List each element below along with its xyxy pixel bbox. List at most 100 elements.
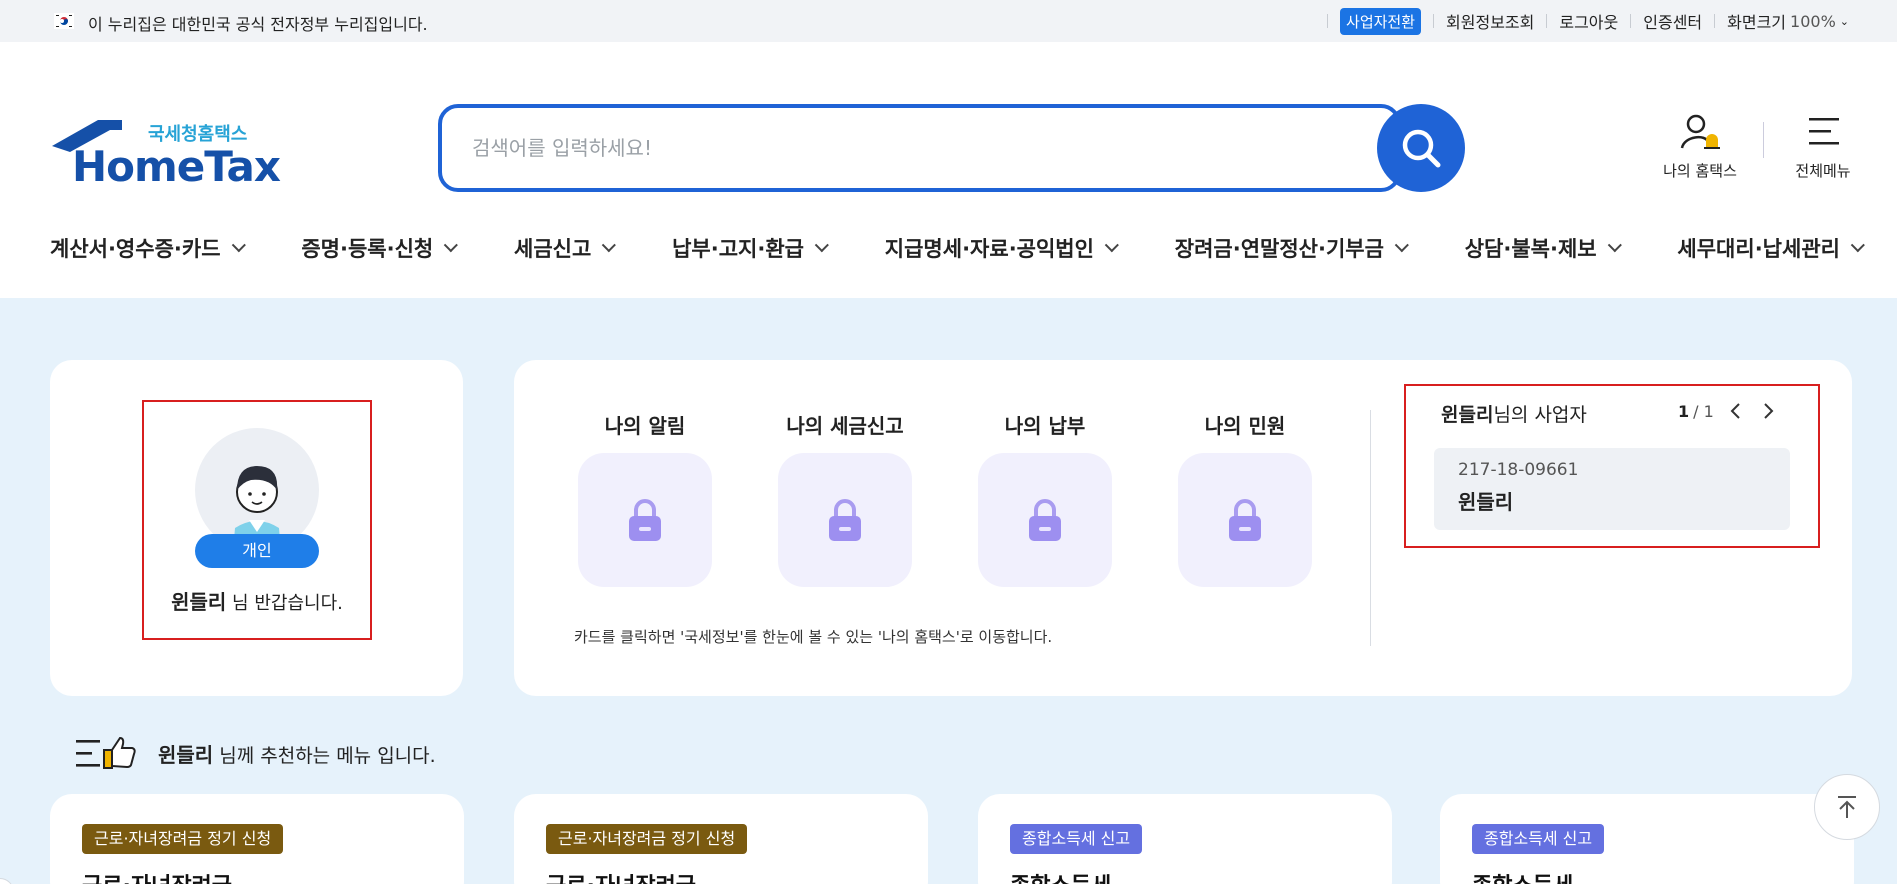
all-menu-button[interactable]: 전체메뉴 [1783, 112, 1863, 181]
hamburger-menu-icon [1809, 118, 1839, 145]
screen-size-select[interactable]: 화면크기 100% ⌄ [1727, 9, 1849, 33]
search-input[interactable] [472, 130, 1292, 166]
logo-title: HomeTax [72, 142, 281, 191]
quick-label: 나의 세금신고 [786, 414, 904, 438]
nav-item-label: 세금신고 [514, 237, 592, 261]
recommend-user-name: 윈들리 [158, 742, 214, 767]
quick-my-civil-complaints[interactable]: 나의 민원 [1178, 410, 1312, 587]
chevron-right-icon [1764, 403, 1774, 419]
divider [1763, 122, 1764, 158]
welcome-message: 윈들리 님 반갑습니다. [142, 586, 372, 615]
service-title: 종합소득세 [1010, 868, 1111, 884]
business-name: 윈들리 [1458, 490, 1514, 514]
lock-icon [1029, 499, 1061, 541]
quick-label: 나의 민원 [1204, 414, 1286, 438]
next-page-button[interactable] [1756, 398, 1782, 424]
service-title: 근로·자녀장려금 [82, 868, 232, 884]
nav-item-tax-agent[interactable]: 세무대리·납세관리 [1677, 232, 1865, 264]
recommend-suffix: 님께 추천하는 메뉴 입니다. [213, 744, 436, 767]
business-item[interactable]: 217-18-09661 윈들리 [1434, 448, 1790, 530]
quick-my-tax-filing[interactable]: 나의 세금신고 [778, 410, 912, 587]
my-hometax-button[interactable]: 나의 홈택스 [1650, 112, 1750, 181]
screen-size-label: 화면크기 [1727, 13, 1787, 32]
nav-item-label: 계산서·영수증·카드 [50, 237, 221, 261]
scroll-to-top-button[interactable] [1814, 774, 1880, 840]
divider [1370, 410, 1371, 646]
nav-item-label: 지급명세·자료·공익법인 [884, 237, 1094, 261]
service-tag: 종합소득세 신고 [1472, 824, 1605, 854]
lock-icon [829, 499, 861, 541]
page-total: / 1 [1693, 401, 1714, 421]
service-tag: 근로·자녀장려금 정기 신청 [82, 824, 284, 854]
service-card[interactable]: 근로·자녀장려금 정기 신청 근로·자녀장려금 [514, 794, 928, 884]
service-tag: 근로·자녀장려금 정기 신청 [546, 824, 748, 854]
lock-icon [1229, 499, 1261, 541]
user-name: 윈들리 [171, 590, 227, 614]
nav-item-consultation[interactable]: 상담·불복·제보 [1464, 232, 1622, 264]
nav-item-payment-statement[interactable]: 지급명세·자료·공익법인 [884, 232, 1119, 264]
arrow-up-icon [1838, 796, 1856, 818]
my-hometax-card: 나의 알림 나의 세금신고 나의 납부 나의 민원 카드를 클릭하면 '국세정보… [514, 360, 1852, 696]
chevron-down-icon [1394, 238, 1409, 253]
chevron-down-icon [1104, 238, 1119, 253]
quick-tile [778, 453, 912, 587]
logout-link[interactable]: 로그아웃 [1559, 9, 1618, 33]
quick-my-payment[interactable]: 나의 납부 [978, 410, 1112, 587]
profile-card: 개인 윈들리 님 반갑습니다. [50, 360, 463, 696]
search-box [438, 104, 1401, 192]
gov-banner: 이 누리집은 대한민국 공식 전자정부 누리집입니다. 사업자전환 회원정보조회… [0, 0, 1897, 42]
nav-item-invoice[interactable]: 계산서·영수증·카드 [50, 232, 246, 264]
search-icon [1402, 129, 1441, 168]
gov-banner-text: 이 누리집은 대한민국 공식 전자정부 누리집입니다. [88, 15, 428, 34]
service-title: 종합소득세 [1472, 868, 1573, 884]
chevron-down-icon [1607, 238, 1622, 253]
page-current: 1 [1678, 401, 1690, 421]
search-button[interactable] [1377, 104, 1465, 192]
nav-item-label: 장려금·연말정산·기부금 [1174, 237, 1384, 261]
personal-badge: 개인 [195, 534, 319, 568]
business-registration-number: 217-18-09661 [1458, 460, 1579, 480]
business-switch-button[interactable]: 사업자전환 [1340, 7, 1422, 35]
business-section-title: 윈들리님의 사업자 [1441, 400, 1587, 427]
quick-tile [1178, 453, 1312, 587]
nav-item-tax-filing[interactable]: 세금신고 [514, 232, 617, 264]
service-card[interactable]: 종합소득세 신고 종합소득세 [978, 794, 1392, 884]
side-toggle-button[interactable] [0, 878, 14, 884]
business-title-suffix: 님의 사업자 [1493, 404, 1587, 426]
chevron-down-icon [602, 238, 617, 253]
recommend-heading: 윈들리 님께 추천하는 메뉴 입니다. [74, 736, 436, 770]
prev-page-button[interactable] [1722, 398, 1748, 424]
quick-tile [578, 453, 712, 587]
screen-size-value: 100% [1790, 11, 1836, 31]
quick-tile [978, 453, 1112, 587]
nav-item-label: 세무대리·납세관리 [1677, 237, 1840, 261]
service-title: 근로·자녀장려금 [546, 868, 696, 884]
greeting-text: 님 반갑습니다. [226, 593, 343, 614]
hometax-logo[interactable]: 국세청홈택스 HomeTax [50, 114, 281, 191]
nav-item-certificate[interactable]: 증명·등록·신청 [301, 232, 459, 264]
nav-item-payment[interactable]: 납부·고지·환급 [672, 232, 829, 264]
nav-item-label: 상담·불복·제보 [1464, 237, 1597, 261]
quick-my-notifications[interactable]: 나의 알림 [578, 410, 712, 587]
divider [1630, 14, 1632, 28]
utility-links: 사업자전환 회원정보조회 로그아웃 인증센터 화면크기 100% ⌄ [1315, 7, 1849, 35]
recommend-text: 윈들리 님께 추천하는 메뉴 입니다. [158, 739, 436, 768]
lock-icon [629, 499, 661, 541]
business-owner-name: 윈들리 [1441, 404, 1494, 426]
service-card[interactable]: 종합소득세 신고 종합소득세 [1440, 794, 1854, 884]
list-thumbs-up-icon [76, 736, 136, 769]
quick-label: 나의 알림 [604, 414, 686, 438]
nav-item-incentive[interactable]: 장려금·연말정산·기부금 [1174, 232, 1409, 264]
member-info-link[interactable]: 회원정보조회 [1446, 9, 1534, 33]
service-tag: 종합소득세 신고 [1010, 824, 1143, 854]
chevron-left-icon [1730, 403, 1740, 419]
card-hint-text: 카드를 클릭하면 '국세정보'를 한눈에 볼 수 있는 '나의 홈택스'로 이동… [574, 628, 1053, 646]
all-menu-label: 전체메뉴 [1795, 162, 1851, 180]
nav-item-label: 증명·등록·신청 [301, 237, 434, 261]
cert-center-link[interactable]: 인증센터 [1643, 9, 1702, 33]
service-card[interactable]: 근로·자녀장려금 정기 신청 근로·자녀장려금 [50, 794, 464, 884]
chevron-down-icon [231, 238, 246, 253]
korea-flag-icon [54, 13, 74, 29]
chevron-down-icon [443, 238, 459, 253]
divider [1327, 14, 1329, 28]
